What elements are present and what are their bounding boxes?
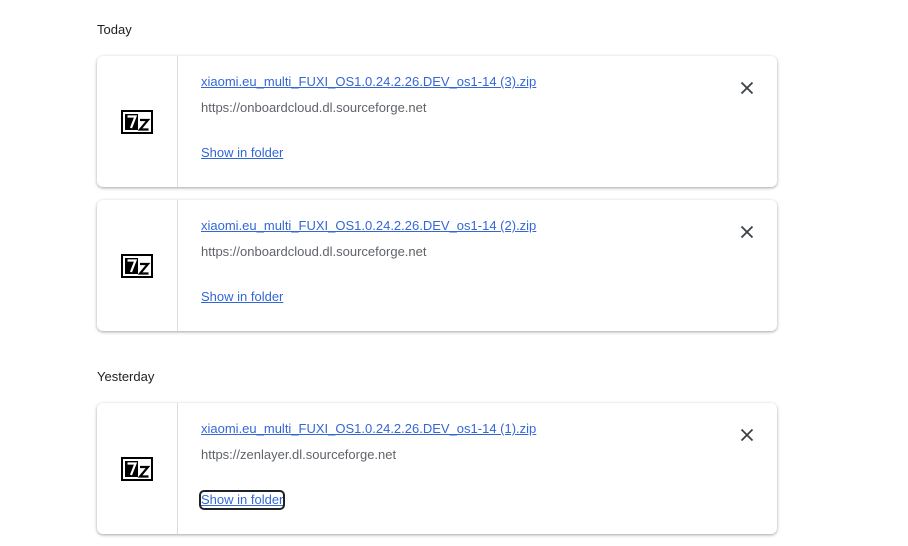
file-name-link[interactable]: xiaomi.eu_multi_FUXI_OS1.0.24.2.26.DEV_o… bbox=[201, 421, 536, 437]
download-item: xiaomi.eu_multi_FUXI_OS1.0.24.2.26.DEV_o… bbox=[97, 200, 777, 331]
download-item: xiaomi.eu_multi_FUXI_OS1.0.24.2.26.DEV_o… bbox=[97, 403, 777, 534]
file-icon-column bbox=[97, 200, 178, 331]
7z-archive-icon bbox=[121, 110, 153, 134]
file-name-link[interactable]: xiaomi.eu_multi_FUXI_OS1.0.24.2.26.DEV_o… bbox=[201, 218, 536, 234]
file-source-url: https://onboardcloud.dl.sourceforge.net bbox=[201, 100, 427, 115]
close-icon[interactable] bbox=[735, 423, 759, 447]
show-in-folder-link[interactable]: Show in folder bbox=[198, 490, 286, 510]
file-name-link[interactable]: xiaomi.eu_multi_FUXI_OS1.0.24.2.26.DEV_o… bbox=[201, 74, 536, 90]
file-icon-column bbox=[97, 56, 178, 187]
7z-archive-icon bbox=[121, 457, 153, 481]
close-icon[interactable] bbox=[735, 76, 759, 100]
file-icon-column bbox=[97, 403, 178, 534]
close-icon[interactable] bbox=[735, 220, 759, 244]
file-source-url: https://onboardcloud.dl.sourceforge.net bbox=[201, 244, 427, 259]
file-source-url: https://zenlayer.dl.sourceforge.net bbox=[201, 447, 397, 462]
section-heading-today: Today bbox=[97, 22, 132, 37]
7z-archive-icon bbox=[121, 254, 153, 278]
show-in-folder-link[interactable]: Show in folder bbox=[201, 145, 283, 161]
download-item: xiaomi.eu_multi_FUXI_OS1.0.24.2.26.DEV_o… bbox=[97, 56, 777, 187]
section-heading-yesterday: Yesterday bbox=[97, 369, 155, 384]
downloads-page: Today xiaomi.eu_multi_FUXI_OS1.0.24.2.26… bbox=[0, 0, 908, 546]
show-in-folder-link[interactable]: Show in folder bbox=[201, 289, 283, 305]
